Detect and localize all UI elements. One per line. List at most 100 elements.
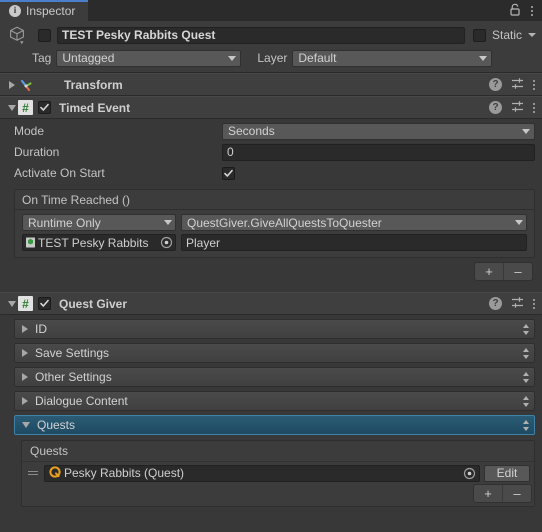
property-row-activate-on-start: Activate On Start (0, 164, 542, 182)
mode-dropdown[interactable]: Seconds (222, 122, 535, 140)
unity-event-on-time-reached: On Time Reached () Runtime Only QuestGiv… (14, 189, 535, 258)
gameobject-active-checkbox[interactable] (38, 28, 51, 42)
panel-empty-space (0, 507, 542, 532)
help-icon[interactable]: ? (489, 78, 502, 91)
chevron-down-icon (479, 55, 488, 61)
event-argument-field[interactable]: Player (181, 234, 527, 251)
property-row-duration: Duration 0 (0, 143, 542, 161)
unity-event-entry: Runtime Only QuestGiver.GiveAllQuestsToQ… (15, 210, 534, 257)
mode-value: Seconds (228, 124, 275, 138)
quests-foldout-arrow-icon (22, 422, 30, 428)
unity-event-add-button[interactable]: + (475, 263, 503, 280)
kebab-menu-icon[interactable] (531, 4, 533, 17)
layer-dropdown[interactable]: Default (292, 49, 493, 67)
save-settings-stepper-icon[interactable] (523, 347, 529, 359)
quests-list-add-remove-row: + – (22, 484, 534, 506)
component-title-timed-event: Timed Event (59, 100, 131, 115)
other-settings-foldout-arrow-icon (22, 373, 28, 381)
tag-dropdown[interactable]: Untagged (56, 49, 242, 67)
activate-on-start-checkbox[interactable] (222, 166, 235, 180)
component-header-quest-giver[interactable]: # Quest Giver ? (0, 292, 542, 315)
chevron-down-icon (228, 55, 237, 61)
drag-handle-icon[interactable] (26, 471, 40, 475)
dialogue-content-stepper-icon[interactable] (523, 395, 529, 407)
event-call-state-value: Runtime Only (28, 215, 101, 230)
quest-object-field[interactable]: Pesky Rabbits (Quest) (44, 464, 480, 482)
lock-icon[interactable] (509, 3, 521, 19)
quest-giver-foldout-arrow-icon[interactable] (5, 300, 18, 307)
quest-giver-enable-checkbox[interactable] (38, 297, 51, 310)
component-header-transform[interactable]: Transform ? (0, 73, 542, 96)
list-item[interactable]: Pesky Rabbits (Quest) Edit (22, 462, 534, 484)
timed-event-foldout-arrow-icon[interactable] (5, 104, 18, 111)
id-foldout-arrow-icon (22, 325, 28, 333)
section-row-save-settings[interactable]: Save Settings (14, 343, 535, 363)
kebab-menu-icon[interactable] (533, 78, 535, 91)
component-header-timed-event[interactable]: # Timed Event ? (0, 96, 542, 119)
timed-event-header-icons: ? (489, 100, 535, 116)
event-call-state-dropdown[interactable]: Runtime Only (22, 214, 176, 231)
kebab-menu-icon[interactable] (533, 297, 535, 310)
id-stepper-icon[interactable] (523, 323, 529, 335)
layer-label: Layer (257, 51, 288, 65)
event-target-object-field[interactable]: TEST Pesky Rabbits (22, 234, 176, 251)
unity-event-entry-row-top: Runtime Only QuestGiver.GiveAllQuestsToQ… (22, 214, 527, 231)
duration-input[interactable]: 0 (222, 143, 535, 161)
section-row-dialogue-content[interactable]: Dialogue Content (14, 391, 535, 411)
help-icon[interactable]: ? (489, 297, 502, 310)
quests-list-title: Quests (22, 441, 534, 462)
preset-settings-icon[interactable] (511, 100, 524, 116)
gameobject-name-field[interactable]: TEST Pesky Rabbits Quest (57, 26, 465, 44)
activate-on-start-label: Activate On Start (14, 166, 105, 180)
event-method-dropdown[interactable]: QuestGiver.GiveAllQuestsToQuester (181, 214, 527, 231)
event-target-object-name: TEST Pesky Rabbits (38, 235, 149, 250)
quests-remove-button[interactable]: – (502, 485, 531, 502)
unity-event-add-remove-row: + – (0, 262, 542, 281)
section-row-quests[interactable]: Quests (14, 415, 535, 435)
preset-settings-icon[interactable] (511, 77, 524, 93)
timed-event-enable-checkbox[interactable] (38, 101, 51, 114)
inspector-tabbar: i Inspector (0, 0, 542, 21)
section-row-other-settings[interactable]: Other Settings (14, 367, 535, 387)
mode-label: Mode (14, 124, 45, 138)
kebab-menu-icon[interactable] (533, 101, 535, 114)
transform-axis-icon (18, 77, 34, 93)
chevron-down-icon (522, 128, 530, 134)
section-row-id[interactable]: ID (14, 319, 535, 339)
object-picker-icon[interactable] (463, 467, 476, 480)
tab-inspector-label: Inspector (26, 3, 76, 18)
static-checkbox[interactable] (472, 28, 486, 42)
layer-value: Default (298, 51, 337, 65)
quest-giver-header-icons: ? (489, 296, 535, 312)
quests-stepper-icon[interactable] (523, 419, 529, 431)
chevron-down-icon (515, 220, 523, 225)
tabbar-actions (509, 0, 542, 21)
tag-label: Tag (32, 51, 52, 65)
component-title-transform: Transform (64, 77, 123, 92)
transform-header-icons: ? (489, 77, 535, 93)
section-label-dialogue-content: Dialogue Content (35, 394, 128, 408)
csharp-script-icon: # (18, 100, 33, 115)
quest-object-name: Pesky Rabbits (Quest) (64, 466, 185, 480)
preset-settings-icon[interactable] (511, 296, 524, 312)
csharp-script-icon: # (18, 296, 33, 311)
gameobject-tag-layer-row: Tag Untagged Layer Default (6, 49, 536, 67)
section-label-quests: Quests (37, 418, 76, 432)
section-label-id: ID (35, 322, 47, 336)
quests-add-button[interactable]: + (474, 485, 502, 502)
unity-event-remove-button[interactable]: – (503, 263, 532, 280)
prefab-gameobject-icon (25, 237, 36, 248)
info-icon: i (9, 4, 21, 17)
static-dropdown-caret-icon[interactable] (528, 33, 536, 37)
duration-label: Duration (14, 145, 60, 159)
section-label-other-settings: Other Settings (35, 370, 112, 384)
object-picker-icon[interactable] (160, 236, 173, 249)
tab-inspector[interactable]: i Inspector (0, 0, 89, 21)
other-settings-stepper-icon[interactable] (523, 371, 529, 383)
inspector-panel: i Inspector TEST Pesky Rabbits Quest Sta… (0, 0, 542, 532)
tabbar-spacer (88, 0, 509, 21)
quest-edit-button[interactable]: Edit (484, 464, 530, 482)
help-icon[interactable]: ? (489, 101, 502, 114)
transform-foldout-arrow-icon[interactable] (5, 80, 18, 89)
component-title-quest-giver: Quest Giver (59, 296, 128, 311)
